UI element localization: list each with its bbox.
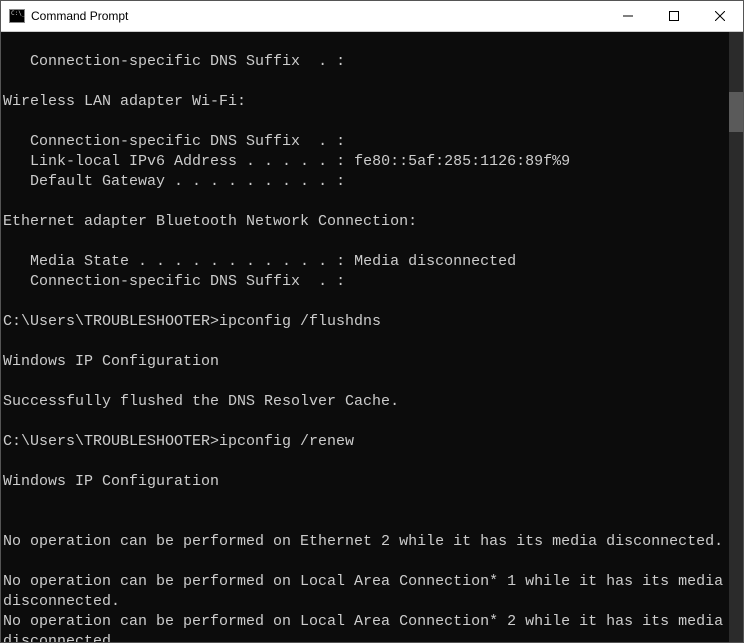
maximize-button[interactable] [651, 1, 697, 31]
console-line: No operation can be performed on Etherne… [3, 532, 727, 552]
console-line: No operation can be performed on Local A… [3, 572, 727, 612]
console-line: Wireless LAN adapter Wi-Fi: [3, 92, 727, 112]
console-line [3, 292, 727, 312]
console-line: C:\Users\TROUBLESHOOTER>ipconfig /flushd… [3, 312, 727, 332]
console-line: Default Gateway . . . . . . . . . : [3, 172, 727, 192]
scrollbar-track[interactable] [729, 32, 743, 642]
console-line: C:\Users\TROUBLESHOOTER>ipconfig /renew [3, 432, 727, 452]
console-line [3, 492, 727, 512]
console-line: Connection-specific DNS Suffix . : [3, 272, 727, 292]
console-line: Connection-specific DNS Suffix . : [3, 52, 727, 72]
window-title: Command Prompt [31, 9, 605, 23]
console-line [3, 512, 727, 532]
console-line: Link-local IPv6 Address . . . . . : fe80… [3, 152, 727, 172]
console-line [3, 412, 727, 432]
console-line [3, 32, 727, 52]
console-line [3, 452, 727, 472]
close-icon [715, 11, 725, 21]
console-line: Windows IP Configuration [3, 352, 727, 372]
console-line: No operation can be performed on Local A… [3, 612, 727, 642]
console-line [3, 72, 727, 92]
console-line: Successfully flushed the DNS Resolver Ca… [3, 392, 727, 412]
console-output[interactable]: Connection-specific DNS Suffix . : Wirele… [1, 32, 729, 642]
console-line: Media State . . . . . . . . . . . : Medi… [3, 252, 727, 272]
console-line: Connection-specific DNS Suffix . : [3, 132, 727, 152]
console-line: Windows IP Configuration [3, 472, 727, 492]
console-line [3, 192, 727, 212]
console-line [3, 332, 727, 352]
close-button[interactable] [697, 1, 743, 31]
cmd-icon [9, 9, 25, 23]
console-line [3, 112, 727, 132]
console-line [3, 372, 727, 392]
console-line: Ethernet adapter Bluetooth Network Conne… [3, 212, 727, 232]
scrollbar-thumb[interactable] [729, 92, 743, 132]
maximize-icon [669, 11, 679, 21]
console-line [3, 552, 727, 572]
console-area: Connection-specific DNS Suffix . : Wirele… [1, 32, 743, 642]
minimize-button[interactable] [605, 1, 651, 31]
console-line [3, 232, 727, 252]
window-controls [605, 1, 743, 31]
titlebar[interactable]: Command Prompt [1, 1, 743, 32]
minimize-icon [623, 11, 633, 21]
